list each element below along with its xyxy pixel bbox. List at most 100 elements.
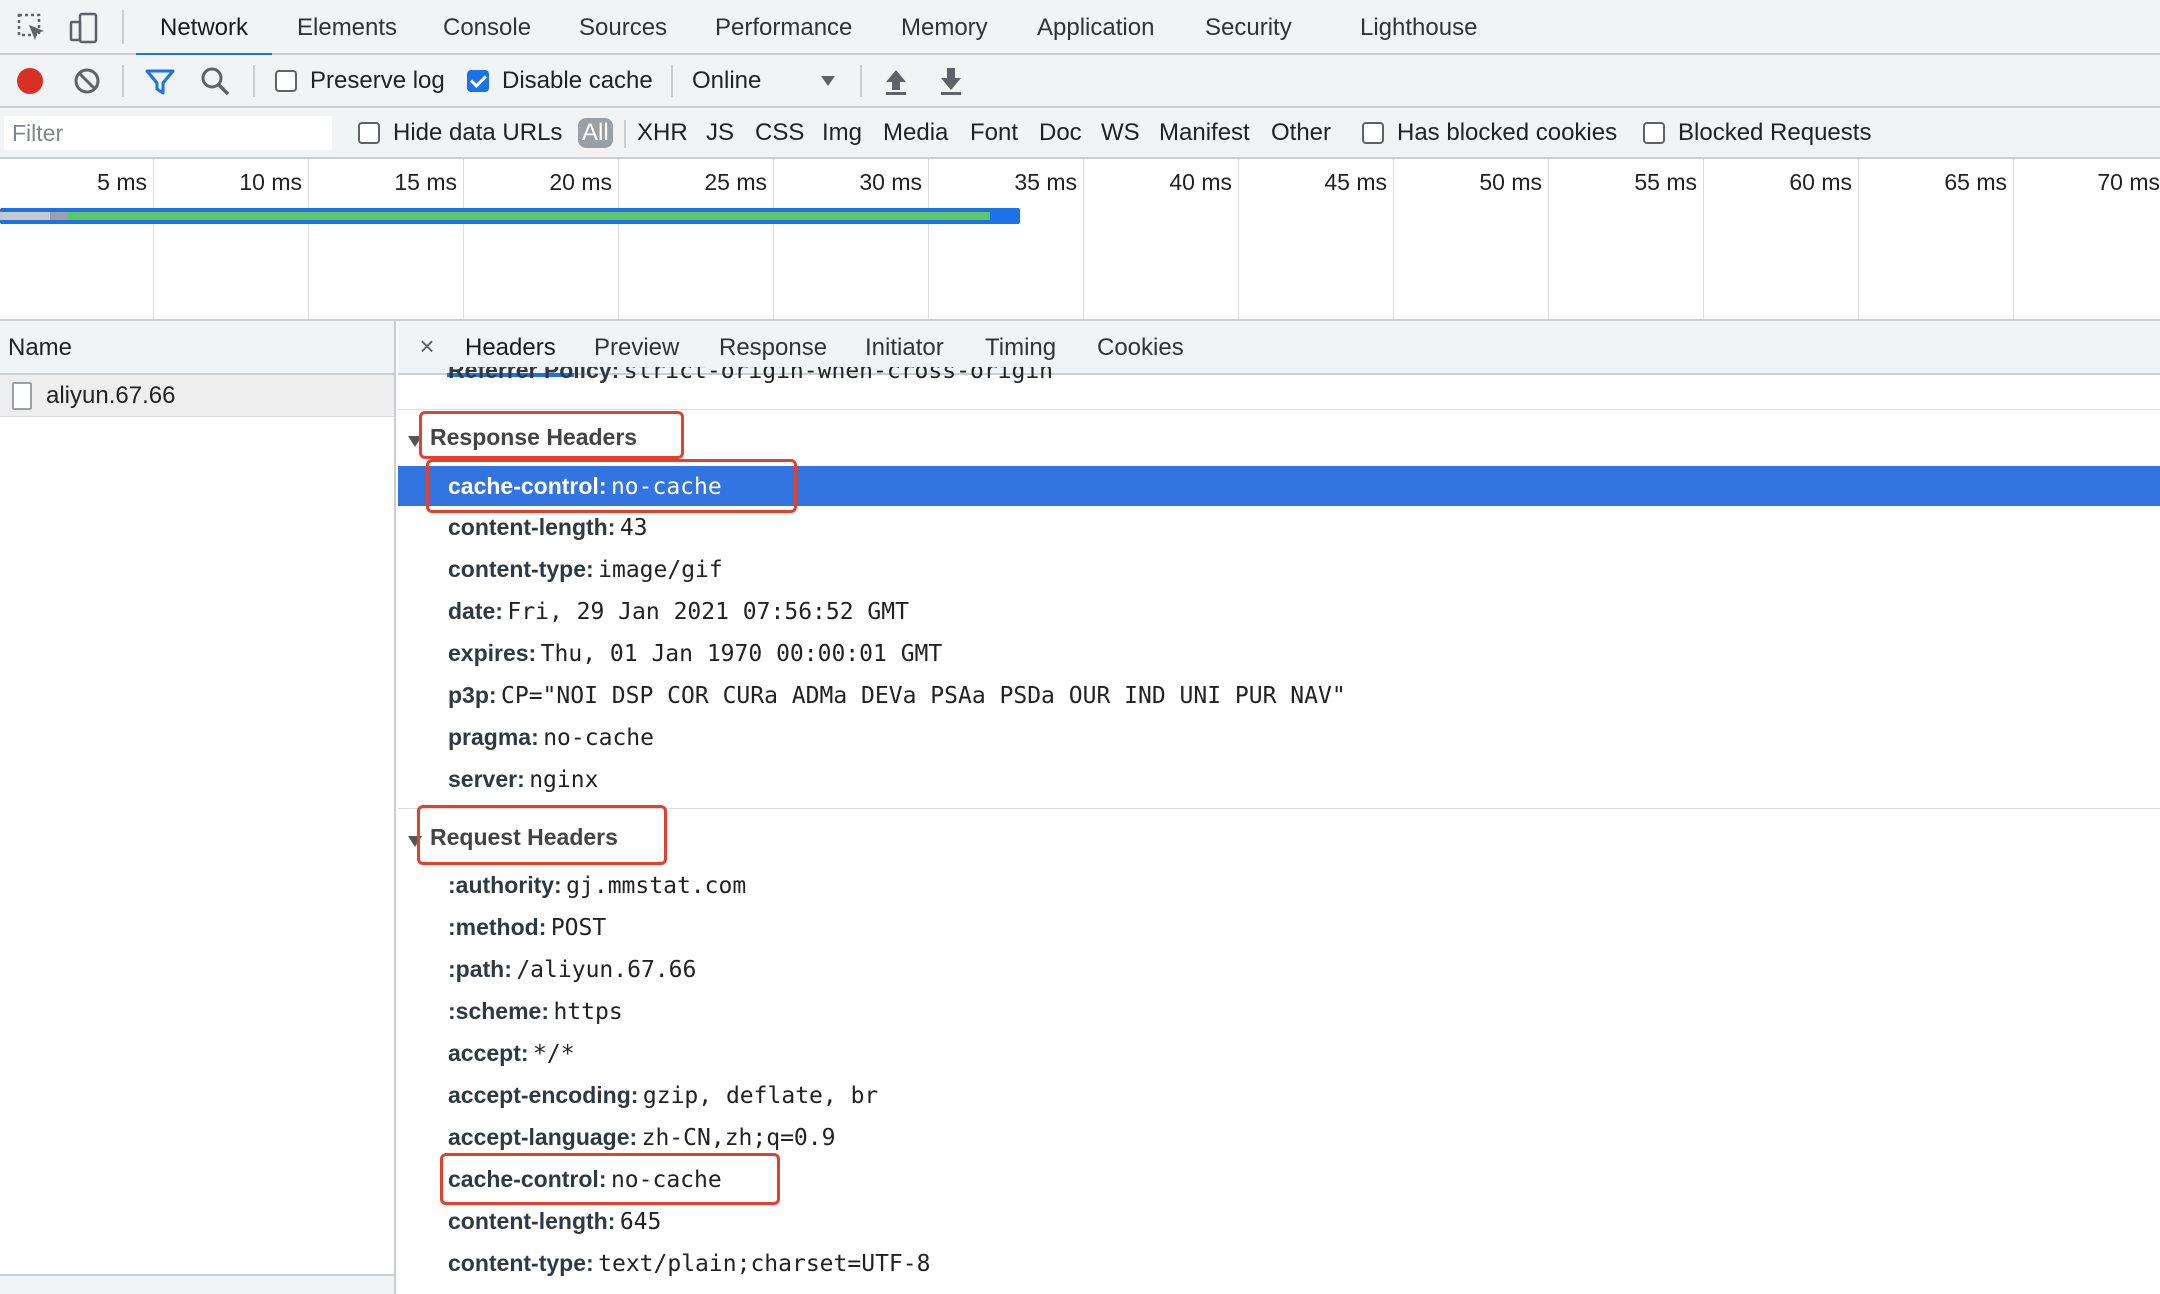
record-icon[interactable] xyxy=(13,64,47,98)
network-toolbar: Preserve log Disable cache Online xyxy=(0,55,2160,108)
header-key: expires: xyxy=(448,640,537,666)
timeline-tick-label: 65 ms xyxy=(1944,169,2007,195)
search-icon[interactable] xyxy=(198,64,232,98)
timeline-tick-label: 20 ms xyxy=(549,169,612,195)
filter-type-css[interactable]: CSS xyxy=(755,118,804,148)
status-bar xyxy=(0,1274,394,1294)
disable-cache-checkbox[interactable] xyxy=(467,70,489,92)
response-header-row[interactable]: date: Fri, 29 Jan 2021 07:56:52 GMT xyxy=(398,591,2160,631)
export-har-icon[interactable] xyxy=(934,64,968,98)
header-value: Thu, 01 Jan 1970 00:00:01 GMT xyxy=(540,641,943,667)
header-key: content-length: xyxy=(448,1208,616,1234)
toolbar-divider xyxy=(122,65,124,97)
header-row-referrer-policy[interactable]: Referrer Policy: strict-origin-when-cros… xyxy=(398,367,2160,397)
tab-performance[interactable]: Performance xyxy=(715,0,852,55)
preserve-log-checkbox[interactable] xyxy=(275,70,297,92)
tab-sources[interactable]: Sources xyxy=(579,0,667,55)
timeline-tick-label: 30 ms xyxy=(859,169,922,195)
tab-network[interactable]: Network xyxy=(135,0,273,57)
header-value: 645 xyxy=(619,1209,662,1235)
blocked-requests-checkbox[interactable] xyxy=(1643,122,1665,144)
request-header-row[interactable]: cache-control: no-cache xyxy=(398,1159,2160,1199)
timeline-tick-label: 70 ms xyxy=(2097,169,2160,195)
request-header-row[interactable]: content-length: 645 xyxy=(398,1201,2160,1241)
filter-type-other[interactable]: Other xyxy=(1271,118,1331,148)
filter-input[interactable] xyxy=(4,116,332,150)
preserve-log-label: Preserve log xyxy=(310,67,445,94)
response-header-row[interactable]: content-type: image/gif xyxy=(398,549,2160,589)
filter-type-js[interactable]: JS xyxy=(706,118,734,148)
header-value: https xyxy=(553,999,623,1025)
request-header-row[interactable]: accept-encoding: gzip, deflate, br xyxy=(398,1075,2160,1115)
filter-type-ws[interactable]: WS xyxy=(1101,118,1140,148)
section-divider xyxy=(398,409,2160,410)
timeline-tick-label: 35 ms xyxy=(1014,169,1077,195)
request-headers-title[interactable]: Request Headers xyxy=(430,822,618,852)
filter-type-font[interactable]: Font xyxy=(970,118,1018,148)
timeline-tick-label: 40 ms xyxy=(1169,169,1232,195)
timeline-tick-label: 25 ms xyxy=(704,169,767,195)
blocked-requests-label: Blocked Requests xyxy=(1678,119,1872,146)
has-blocked-cookies-label: Has blocked cookies xyxy=(1397,119,1618,146)
header-key: cache-control: xyxy=(448,473,607,499)
request-row[interactable]: aliyun.67.66 xyxy=(0,375,394,417)
response-header-row[interactable]: content-length: 43 xyxy=(398,507,2160,547)
response-headers-title[interactable]: Response Headers xyxy=(430,422,637,452)
timeline-tick-label: 55 ms xyxy=(1634,169,1697,195)
clear-icon[interactable] xyxy=(70,64,104,98)
tab-console[interactable]: Console xyxy=(443,0,531,55)
filter-type-media[interactable]: Media xyxy=(883,118,948,148)
request-name: aliyun.67.66 xyxy=(46,382,176,409)
request-header-row[interactable]: accept-language: zh-CN,zh;q=0.9 xyxy=(398,1117,2160,1157)
header-key: content-type: xyxy=(448,1250,594,1276)
filter-type-img[interactable]: Img xyxy=(822,118,862,148)
header-value: CP="NOI DSP COR CURa ADMa DEVa PSAa PSDa… xyxy=(501,683,1346,709)
timeline-tick-label: 50 ms xyxy=(1479,169,1542,195)
tab-elements[interactable]: Elements xyxy=(297,0,397,55)
close-icon[interactable]: × xyxy=(412,331,442,361)
timeline-overview[interactable]: 5 ms 10 ms 15 ms 20 ms 25 ms 30 ms 35 ms… xyxy=(0,159,2160,321)
response-header-row[interactable]: expires: Thu, 01 Jan 1970 00:00:01 GMT xyxy=(398,633,2160,673)
header-value: gzip, deflate, br xyxy=(642,1083,879,1109)
tab-lighthouse[interactable]: Lighthouse xyxy=(1360,0,1477,55)
header-value: strict-origin-when-cross-origin xyxy=(623,367,1054,384)
toolbar-divider xyxy=(253,65,255,97)
header-key: :method: xyxy=(448,914,547,940)
response-header-row[interactable]: pragma: no-cache xyxy=(398,717,2160,757)
tab-security[interactable]: Security xyxy=(1205,0,1292,55)
response-header-row[interactable]: server: nginx xyxy=(398,759,2160,799)
device-toolbar-icon[interactable] xyxy=(66,10,102,46)
response-header-row[interactable]: p3p: CP="NOI DSP COR CURa ADMa DEVa PSAa… xyxy=(398,675,2160,715)
filter-type-all[interactable]: All xyxy=(578,118,613,148)
tab-application[interactable]: Application xyxy=(1037,0,1154,55)
collapse-triangle-icon[interactable] xyxy=(408,436,422,447)
throttling-value: Online xyxy=(692,67,762,94)
request-header-row[interactable]: :method: POST xyxy=(398,907,2160,947)
request-header-row[interactable]: :path: /aliyun.67.66 xyxy=(398,949,2160,989)
request-header-row[interactable]: accept: */* xyxy=(398,1033,2160,1073)
header-key: accept-encoding: xyxy=(448,1082,639,1108)
header-value: image/gif xyxy=(598,557,723,583)
tab-memory[interactable]: Memory xyxy=(901,0,988,55)
hide-data-urls-checkbox[interactable] xyxy=(358,122,380,144)
request-header-row[interactable]: :scheme: https xyxy=(398,991,2160,1031)
filter-type-doc[interactable]: Doc xyxy=(1039,118,1082,148)
inspect-element-icon[interactable] xyxy=(14,10,50,46)
filter-type-manifest[interactable]: Manifest xyxy=(1159,118,1250,148)
import-har-icon[interactable] xyxy=(879,64,913,98)
request-header-row[interactable]: content-type: text/plain;charset=UTF-8 xyxy=(398,1243,2160,1283)
collapse-triangle-icon[interactable] xyxy=(408,836,422,847)
name-column-header[interactable]: Name xyxy=(0,321,394,375)
header-key: accept-language: xyxy=(448,1124,638,1150)
throttling-select[interactable]: Online xyxy=(690,63,842,99)
header-value: /aliyun.67.66 xyxy=(516,957,697,983)
request-header-row[interactable]: :authority: gj.mmstat.com xyxy=(398,865,2160,905)
response-header-row[interactable]: cache-control: no-cache xyxy=(398,466,2160,506)
header-value: no-cache xyxy=(610,1167,722,1193)
header-value: POST xyxy=(550,915,607,941)
has-blocked-cookies-checkbox[interactable] xyxy=(1362,122,1384,144)
filter-icon[interactable] xyxy=(143,64,177,98)
filter-type-xhr[interactable]: XHR xyxy=(637,118,688,148)
toolbar-divider xyxy=(860,65,862,97)
header-value: zh-CN,zh;q=0.9 xyxy=(641,1125,836,1151)
